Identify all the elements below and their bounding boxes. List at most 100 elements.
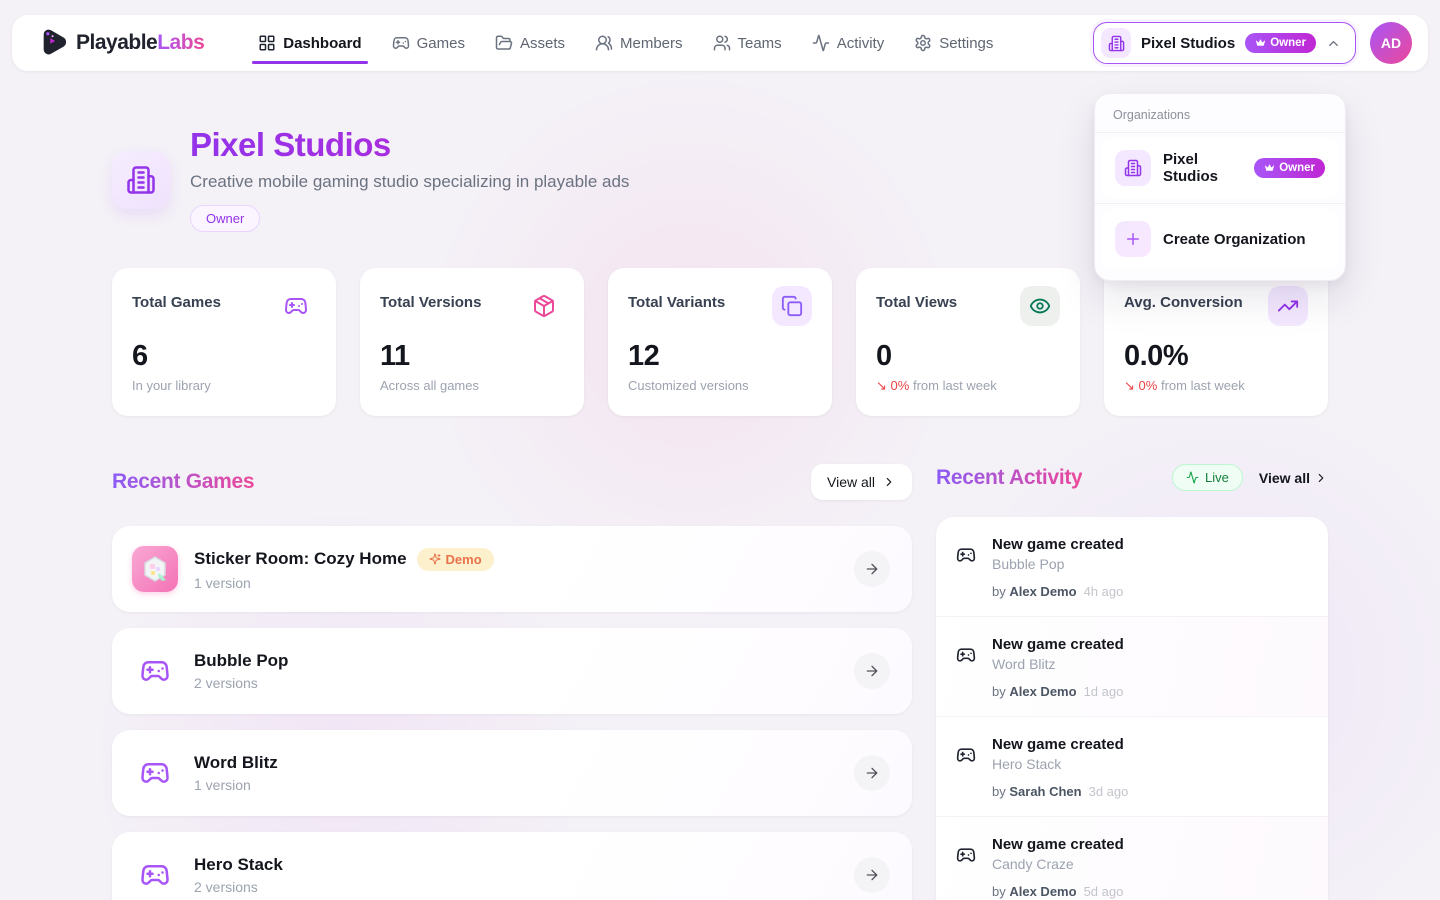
activity-pulse-icon xyxy=(812,34,830,52)
arrow-right-icon[interactable] xyxy=(854,857,890,893)
activity-item[interactable]: New game created Candy Craze by Alex Dem… xyxy=(936,817,1328,900)
nav-item-games[interactable]: Games xyxy=(380,15,477,71)
dropdown-item-pixel-studios[interactable]: Pixel Studios Owner xyxy=(1101,138,1339,198)
game-version-count: 2 versions xyxy=(194,879,283,895)
page-subtitle: Creative mobile gaming studio specializi… xyxy=(190,172,629,192)
folder-icon xyxy=(495,34,513,52)
stat-value: 6 xyxy=(132,340,316,373)
gamepad-icon xyxy=(956,636,976,699)
nav-label: Assets xyxy=(520,35,565,52)
brand-name: PlayableLabs xyxy=(76,31,204,55)
brand-logo[interactable]: PlayableLabs xyxy=(38,28,204,58)
stat-card-total-versions: Total Versions 11 Across all games xyxy=(360,268,584,416)
game-row-sticker-room[interactable]: Sticker Room: Cozy Home Demo 1 version xyxy=(112,526,912,612)
gamepad-icon xyxy=(132,656,178,686)
activity-byline: by Alex Demo4h ago xyxy=(992,584,1124,599)
activity-game-name: Word Blitz xyxy=(992,656,1124,672)
gamepad-icon xyxy=(132,860,178,890)
nav-label: Activity xyxy=(837,35,885,52)
stat-value: 0 xyxy=(876,340,1060,373)
org-selector-button[interactable]: Pixel Studios Owner xyxy=(1093,22,1356,64)
recent-activity-title: Recent Activity xyxy=(936,466,1082,490)
game-version-count: 1 version xyxy=(194,777,278,793)
crown-icon xyxy=(1264,163,1275,174)
game-version-count: 2 versions xyxy=(194,675,288,691)
plus-icon xyxy=(1115,221,1151,257)
activity-title: New game created xyxy=(992,836,1124,853)
users-icon xyxy=(713,34,731,52)
divider xyxy=(1095,132,1345,133)
game-title: Bubble Pop xyxy=(194,651,288,671)
sparkles-icon xyxy=(429,553,441,565)
trending-up-icon xyxy=(1268,286,1308,326)
gamepad-icon xyxy=(956,736,976,799)
topbar: PlayableLabs Dashboard Games Assets Memb… xyxy=(12,15,1428,71)
stat-value: 0.0% xyxy=(1124,340,1308,373)
gamepad-icon xyxy=(276,286,316,326)
building-icon xyxy=(1115,150,1151,186)
demo-badge: Demo xyxy=(417,548,494,571)
stat-label: Total Versions xyxy=(380,286,481,311)
nav-label: Games xyxy=(417,35,465,52)
nav-item-assets[interactable]: Assets xyxy=(483,15,577,71)
user-avatar[interactable]: AD xyxy=(1370,22,1412,64)
game-list: Sticker Room: Cozy Home Demo 1 version xyxy=(112,526,912,900)
role-badge: Owner xyxy=(190,205,260,232)
gamepad-icon xyxy=(392,34,410,52)
nav-item-teams[interactable]: Teams xyxy=(701,15,794,71)
page-title: Pixel Studios xyxy=(190,127,629,163)
stat-label: Avg. Conversion xyxy=(1124,286,1243,311)
activity-title: New game created xyxy=(992,636,1124,653)
game-row-word-blitz[interactable]: Word Blitz 1 version xyxy=(112,730,912,816)
divider xyxy=(1095,203,1345,204)
activity-item[interactable]: New game created Word Blitz by Alex Demo… xyxy=(936,617,1328,717)
activity-feed: New game created Bubble Pop by Alex Demo… xyxy=(936,517,1328,900)
arrow-right-icon[interactable] xyxy=(854,755,890,791)
gear-icon xyxy=(914,34,932,52)
user-icon xyxy=(595,34,613,52)
chevron-right-icon xyxy=(1314,471,1328,485)
org-building-icon xyxy=(112,151,170,209)
package-icon xyxy=(524,286,564,326)
activity-game-name: Bubble Pop xyxy=(992,556,1124,572)
activity-view-all-link[interactable]: View all xyxy=(1259,470,1328,486)
game-row-bubble-pop[interactable]: Bubble Pop 2 versions xyxy=(112,628,912,714)
arrow-right-icon[interactable] xyxy=(854,653,890,689)
stat-trend: ↘ 0% from last week xyxy=(876,378,1060,394)
stat-label: Total Views xyxy=(876,286,957,311)
nav-label: Dashboard xyxy=(283,35,361,52)
gamepad-icon xyxy=(132,758,178,788)
nav-item-members[interactable]: Members xyxy=(583,15,695,71)
stats-row: Total Games 6 In your library Total Vers… xyxy=(112,268,1328,416)
activity-pulse-icon xyxy=(1186,471,1199,484)
create-organization-button[interactable]: Create Organization xyxy=(1101,209,1339,269)
game-title: Sticker Room: Cozy Home xyxy=(194,549,407,569)
playablelabs-logo-icon xyxy=(38,28,68,58)
activity-byline: by Alex Demo1d ago xyxy=(992,684,1124,699)
nav-label: Teams xyxy=(738,35,782,52)
stat-value: 11 xyxy=(380,340,564,373)
activity-byline: by Alex Demo5d ago xyxy=(992,884,1124,899)
owner-badge: Owner xyxy=(1245,33,1316,53)
nav-label: Settings xyxy=(939,35,993,52)
activity-byline: by Sarah Chen3d ago xyxy=(992,784,1128,799)
arrow-right-icon[interactable] xyxy=(854,551,890,587)
game-title: Word Blitz xyxy=(194,753,278,773)
stat-subtext: In your library xyxy=(132,378,316,393)
game-row-hero-stack[interactable]: Hero Stack 2 versions xyxy=(112,832,912,900)
activity-item[interactable]: New game created Hero Stack by Sarah Che… xyxy=(936,717,1328,817)
activity-item[interactable]: New game created Bubble Pop by Alex Demo… xyxy=(936,517,1328,617)
organizations-dropdown: Organizations Pixel Studios Owner Create… xyxy=(1094,93,1346,281)
stat-card-avg-conversion: Avg. Conversion 0.0% ↘ 0% from last week xyxy=(1104,268,1328,416)
activity-game-name: Candy Craze xyxy=(992,856,1124,872)
activity-game-name: Hero Stack xyxy=(992,756,1128,772)
nav-item-dashboard[interactable]: Dashboard xyxy=(246,15,373,71)
stat-card-total-games: Total Games 6 In your library xyxy=(112,268,336,416)
nav-item-settings[interactable]: Settings xyxy=(902,15,1005,71)
games-view-all-button[interactable]: View all xyxy=(811,464,912,500)
stat-subtext: Across all games xyxy=(380,378,564,393)
main-nav: Dashboard Games Assets Members Teams xyxy=(246,15,1005,71)
eye-icon xyxy=(1020,286,1060,326)
gamepad-icon xyxy=(956,536,976,599)
nav-item-activity[interactable]: Activity xyxy=(800,15,897,71)
